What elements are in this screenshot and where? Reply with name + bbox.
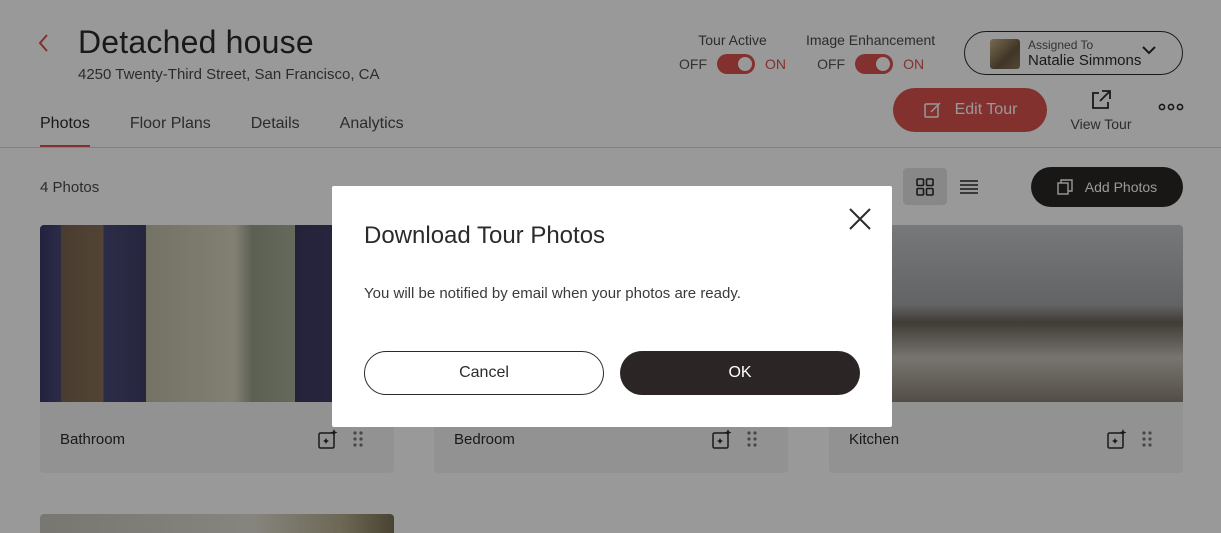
dialog-title: Download Tour Photos <box>364 222 606 249</box>
download-photos-dialog: Download Tour Photos You will be notifie… <box>332 186 892 427</box>
close-icon[interactable] <box>847 206 873 232</box>
ok-button[interactable]: OK <box>620 351 860 395</box>
dialog-message: You will be notified by email when your … <box>364 285 741 302</box>
cancel-button[interactable]: Cancel <box>364 351 604 395</box>
page: Detached house 4250 Twenty-Third Street,… <box>0 0 1221 533</box>
